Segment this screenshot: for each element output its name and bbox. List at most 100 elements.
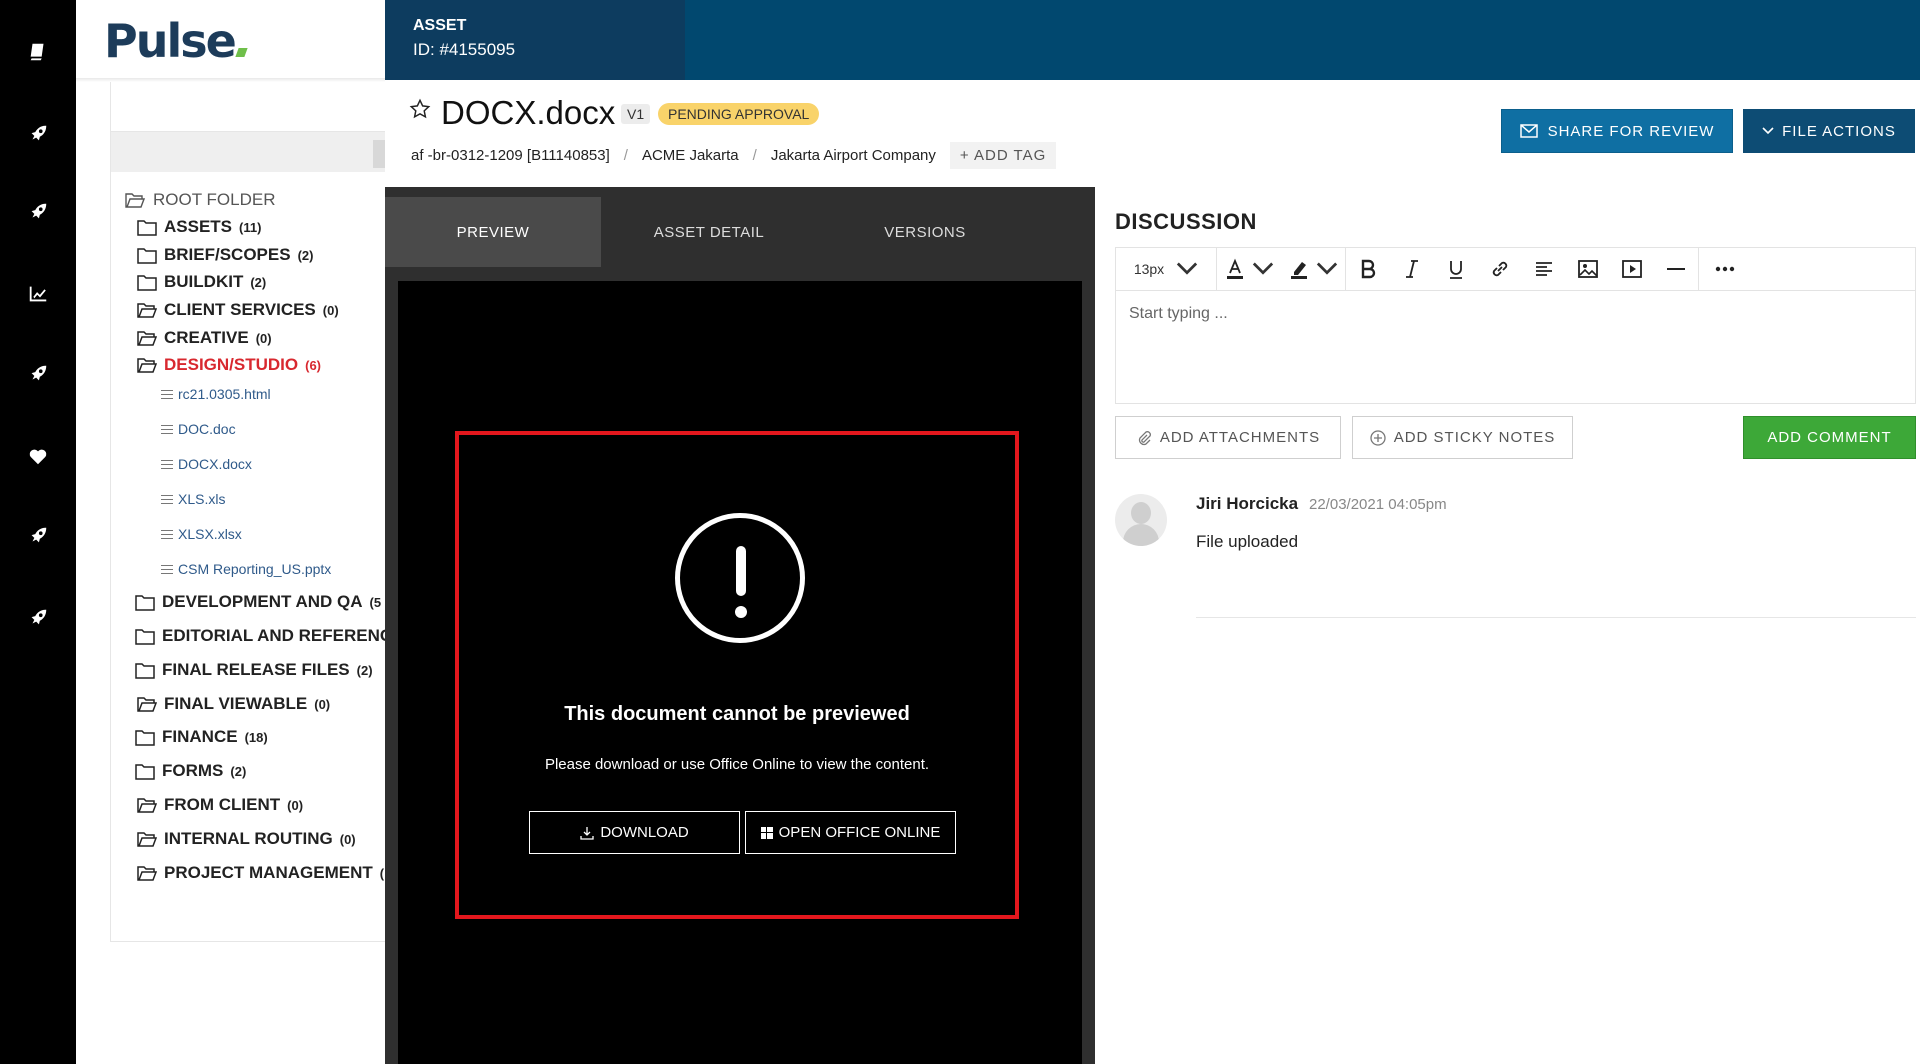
folder-item[interactable]: FROM CLIENT (0) xyxy=(137,795,303,815)
version-badge[interactable]: V1 xyxy=(621,104,651,124)
folder-count: (2) xyxy=(297,247,314,263)
rocket-icon[interactable] xyxy=(22,520,54,552)
more-options-button[interactable] xyxy=(1699,248,1751,291)
sidebar-search-area[interactable] xyxy=(110,82,385,132)
breadcrumb-item[interactable]: af -br-0312-1209 [B11140853] xyxy=(411,147,610,164)
insert-image-button[interactable] xyxy=(1566,248,1610,291)
folder-icon xyxy=(135,729,155,746)
folder-item[interactable]: EDITORIAL AND REFERENC xyxy=(135,626,385,646)
folder-label: FORMS xyxy=(162,761,224,780)
folder-item[interactable]: BUILDKIT (2) xyxy=(137,272,266,292)
folder-sidebar: Pulse ROOT FOLDER ASSETS (11) BRIEF/SCOPE… xyxy=(76,0,385,1064)
rocket-icon[interactable] xyxy=(22,118,54,150)
folder-item[interactable]: DEVELOPMENT AND QA (5 xyxy=(135,592,381,612)
discussion-title: DISCUSSION xyxy=(1115,209,1257,234)
file-item[interactable]: XLSX.xlsx xyxy=(161,526,242,542)
tab-versions[interactable]: VERSIONS xyxy=(817,197,1033,267)
underline-button[interactable] xyxy=(1434,248,1478,291)
folder-open-icon xyxy=(137,865,157,881)
folder-label: EDITORIAL AND REFERENC xyxy=(162,626,385,645)
file-item[interactable]: CSM Reporting_US.pptx xyxy=(161,561,331,577)
rocket-icon[interactable] xyxy=(22,602,54,634)
asset-id: ID: #4155095 xyxy=(413,40,516,59)
icon-rail xyxy=(0,0,76,1064)
breadcrumb-separator: / xyxy=(623,147,628,164)
highlight-color-button[interactable] xyxy=(1281,248,1345,291)
tab-preview[interactable]: PREVIEW xyxy=(385,197,601,267)
link-button[interactable] xyxy=(1478,248,1522,291)
rocket-icon[interactable] xyxy=(22,196,54,228)
highlighter-icon xyxy=(1291,262,1307,279)
folder-item-active[interactable]: DESIGN/STUDIO (6) xyxy=(137,355,321,375)
bold-button[interactable] xyxy=(1346,248,1390,291)
folder-item[interactable]: FORMS (2) xyxy=(135,761,246,781)
exclamation-icon xyxy=(675,513,805,643)
font-size-select[interactable]: 13px xyxy=(1116,248,1216,291)
pulse-logo[interactable]: Pulse xyxy=(104,14,248,68)
horizontal-rule-icon xyxy=(1667,268,1685,270)
folder-item[interactable]: BRIEF/SCOPES (2) xyxy=(137,245,313,265)
folder-item[interactable]: INTERNAL ROUTING (0) xyxy=(137,829,356,849)
folder-item[interactable]: PROJECT MANAGEMENT ( xyxy=(137,863,384,883)
error-title: This document cannot be previewed xyxy=(564,703,910,725)
file-item[interactable]: DOC.doc xyxy=(161,421,236,437)
chevron-down-icon xyxy=(1762,127,1774,135)
scroll-handle[interactable] xyxy=(373,140,385,168)
root-folder[interactable]: ROOT FOLDER xyxy=(125,190,275,210)
folder-label: FINAL VIEWABLE xyxy=(164,694,308,713)
folder-label: FROM CLIENT xyxy=(164,795,281,814)
add-comment-button[interactable]: ADD COMMENT xyxy=(1743,416,1916,459)
file-item[interactable]: rc21.0305.html xyxy=(161,386,271,402)
insert-video-button[interactable] xyxy=(1610,248,1654,291)
folder-count: (6) xyxy=(305,357,322,373)
folder-count: (0) xyxy=(255,330,272,346)
font-size-value: 13px xyxy=(1133,261,1165,277)
rocket-icon[interactable] xyxy=(22,358,54,390)
folder-item[interactable]: FINAL RELEASE FILES (2) xyxy=(135,660,373,680)
chevron-down-icon xyxy=(1252,262,1274,275)
folder-label: CREATIVE xyxy=(164,328,249,347)
file-item[interactable]: XLS.xls xyxy=(161,491,225,507)
download-button[interactable]: DOWNLOAD xyxy=(529,811,740,854)
comment-divider xyxy=(1196,617,1916,618)
share-for-review-button[interactable]: SHARE FOR REVIEW xyxy=(1501,109,1733,153)
open-office-online-button[interactable]: OPEN OFFICE ONLINE xyxy=(745,811,956,854)
folder-label: FINANCE xyxy=(162,727,238,746)
folder-item[interactable]: ASSETS (11) xyxy=(137,217,261,237)
text-color-button[interactable] xyxy=(1217,248,1281,291)
add-sticky-notes-button[interactable]: ADD STICKY NOTES xyxy=(1352,416,1573,459)
heart-icon[interactable] xyxy=(22,440,54,472)
comment-input[interactable]: Start typing ... xyxy=(1129,305,1228,323)
asset-id-box: ASSET ID: #4155095 xyxy=(385,0,685,80)
editor-toolbar: 13px xyxy=(1116,247,1915,291)
star-icon[interactable] xyxy=(409,98,431,120)
add-tag-button[interactable]: + ADD TAG xyxy=(949,142,1057,169)
chart-icon[interactable] xyxy=(22,278,54,310)
top-bar: ASSET ID: #4155095 xyxy=(385,0,1920,80)
folder-item[interactable]: CLIENT SERVICES (0) xyxy=(137,300,339,320)
folder-count: (11) xyxy=(239,219,262,235)
download-label: DOWNLOAD xyxy=(600,824,689,841)
align-button[interactable] xyxy=(1522,248,1566,291)
italic-button[interactable] xyxy=(1390,248,1434,291)
breadcrumb-item[interactable]: Jakarta Airport Company xyxy=(771,147,936,164)
folder-item[interactable]: FINAL VIEWABLE (0) xyxy=(137,694,330,714)
folder-item[interactable]: CREATIVE (0) xyxy=(137,328,272,348)
asset-header: DOCX.docx V1 PENDING APPROVAL af -br-031… xyxy=(385,80,1920,187)
file-item[interactable]: DOCX.docx xyxy=(161,456,252,472)
add-attachments-button[interactable]: ADD ATTACHMENTS xyxy=(1115,416,1341,459)
file-icon xyxy=(161,494,173,504)
breadcrumb-item[interactable]: ACME Jakarta xyxy=(642,147,739,164)
folder-open-icon xyxy=(137,831,157,847)
file-label: CSM Reporting_US.pptx xyxy=(178,561,332,577)
file-actions-button[interactable]: FILE ACTIONS xyxy=(1743,109,1915,153)
document-viewer: This document cannot be previewed Please… xyxy=(398,281,1082,1064)
book-icon[interactable] xyxy=(22,36,54,68)
text-color-icon xyxy=(1227,258,1243,279)
folder-count: (2) xyxy=(250,274,267,290)
horizontal-rule-button[interactable] xyxy=(1654,248,1698,291)
folder-icon xyxy=(137,274,157,291)
breadcrumb-separator: / xyxy=(752,147,757,164)
folder-item[interactable]: FINANCE (18) xyxy=(135,727,268,747)
tab-asset-detail[interactable]: ASSET DETAIL xyxy=(601,197,817,267)
